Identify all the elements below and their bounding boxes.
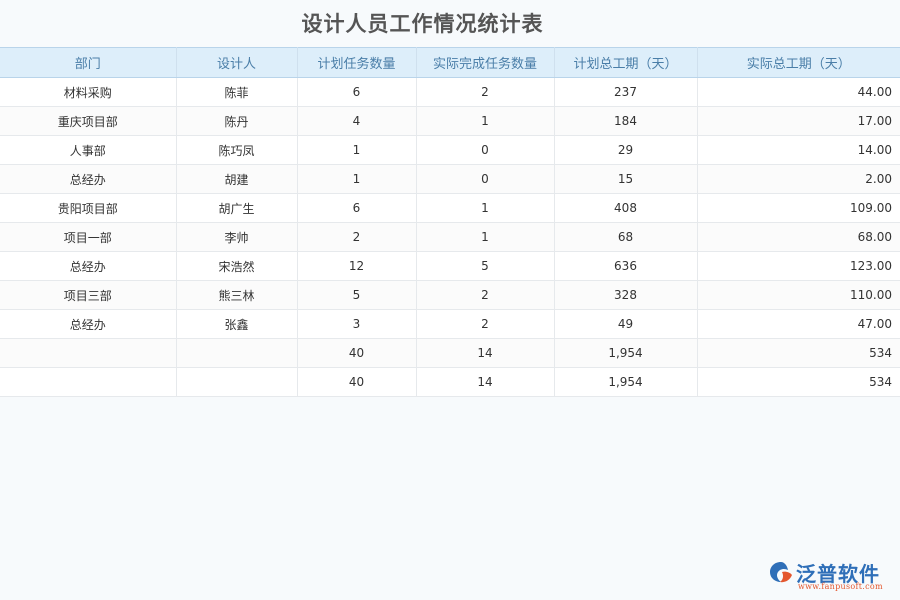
cell-designer bbox=[176, 367, 298, 397]
cell-planned-tasks: 12 bbox=[297, 251, 417, 281]
cell-department bbox=[0, 338, 177, 368]
cell-completed-tasks: 2 bbox=[416, 77, 555, 107]
cell-designer: 张鑫 bbox=[176, 309, 298, 339]
cell-department: 项目三部 bbox=[0, 280, 177, 310]
cell-department: 总经办 bbox=[0, 309, 177, 339]
cell-planned-tasks: 40 bbox=[297, 367, 417, 397]
cell-planned-tasks: 2 bbox=[297, 222, 417, 252]
table-row[interactable]: 总经办 张鑫 3 2 49 47.00 bbox=[0, 309, 900, 339]
column-header-designer[interactable]: 设计人 bbox=[176, 47, 298, 78]
cell-completed-tasks: 1 bbox=[416, 193, 555, 223]
table-row[interactable]: 材料采购 陈菲 6 2 237 44.00 bbox=[0, 77, 900, 107]
brand-url: www.fanpusoft.com bbox=[798, 582, 883, 591]
cell-designer: 胡广生 bbox=[176, 193, 298, 223]
table-header-row: 部门 设计人 计划任务数量 实际完成任务数量 计划总工期（天） 实际总工期（天） bbox=[0, 47, 900, 78]
brand-logo: 泛普软件 www.fanpusoft.com bbox=[768, 558, 890, 592]
cell-completed-tasks: 14 bbox=[416, 367, 555, 397]
cell-completed-tasks: 2 bbox=[416, 309, 555, 339]
column-header-planned-tasks[interactable]: 计划任务数量 bbox=[297, 47, 417, 78]
cell-actual-duration: 109.00 bbox=[697, 193, 900, 223]
cell-actual-duration: 2.00 bbox=[697, 164, 900, 194]
cell-planned-tasks: 5 bbox=[297, 280, 417, 310]
report-table: 部门 设计人 计划任务数量 实际完成任务数量 计划总工期（天） 实际总工期（天）… bbox=[0, 47, 900, 397]
cell-designer: 李帅 bbox=[176, 222, 298, 252]
cell-designer: 宋浩然 bbox=[176, 251, 298, 281]
cell-designer: 胡建 bbox=[176, 164, 298, 194]
cell-planned-tasks: 6 bbox=[297, 77, 417, 107]
cell-planned-duration: 237 bbox=[554, 77, 698, 107]
cell-actual-duration: 68.00 bbox=[697, 222, 900, 252]
cell-department: 总经办 bbox=[0, 164, 177, 194]
table-row[interactable]: 总经办 宋浩然 12 5 636 123.00 bbox=[0, 251, 900, 281]
cell-planned-duration: 15 bbox=[554, 164, 698, 194]
table-row[interactable]: 贵阳项目部 胡广生 6 1 408 109.00 bbox=[0, 193, 900, 223]
cell-actual-duration: 47.00 bbox=[697, 309, 900, 339]
cell-designer bbox=[176, 338, 298, 368]
table-body: 材料采购 陈菲 6 2 237 44.00 重庆项目部 陈丹 4 1 184 17.00 人事部 陈巧凤 1… bbox=[0, 77, 900, 397]
column-header-actual-duration[interactable]: 实际总工期（天） bbox=[697, 47, 900, 78]
cell-department bbox=[0, 367, 177, 397]
cell-actual-duration: 534 bbox=[697, 338, 900, 368]
table-row[interactable]: 项目一部 李帅 2 1 68 68.00 bbox=[0, 222, 900, 252]
table-row[interactable]: 人事部 陈巧凤 1 0 29 14.00 bbox=[0, 135, 900, 165]
cell-planned-duration: 1,954 bbox=[554, 338, 698, 368]
column-header-completed-tasks[interactable]: 实际完成任务数量 bbox=[416, 47, 555, 78]
cell-planned-duration: 29 bbox=[554, 135, 698, 165]
cell-completed-tasks: 1 bbox=[416, 222, 555, 252]
cell-actual-duration: 110.00 bbox=[697, 280, 900, 310]
column-header-department[interactable]: 部门 bbox=[0, 47, 177, 78]
cell-planned-duration: 408 bbox=[554, 193, 698, 223]
cell-planned-duration: 184 bbox=[554, 106, 698, 136]
table-row[interactable]: 项目三部 熊三林 5 2 328 110.00 bbox=[0, 280, 900, 310]
cell-completed-tasks: 1 bbox=[416, 106, 555, 136]
cell-actual-duration: 44.00 bbox=[697, 77, 900, 107]
table-row[interactable]: 40 14 1,954 534 bbox=[0, 367, 900, 397]
page-title: 设计人员工作情况统计表 bbox=[301, 12, 544, 36]
cell-department: 贵阳项目部 bbox=[0, 193, 177, 223]
cell-completed-tasks: 14 bbox=[416, 338, 555, 368]
cell-department: 重庆项目部 bbox=[0, 106, 177, 136]
cell-planned-tasks: 1 bbox=[297, 135, 417, 165]
cell-planned-tasks: 6 bbox=[297, 193, 417, 223]
cell-department: 项目一部 bbox=[0, 222, 177, 252]
cell-actual-duration: 17.00 bbox=[697, 106, 900, 136]
cell-planned-duration: 1,954 bbox=[554, 367, 698, 397]
cell-planned-duration: 636 bbox=[554, 251, 698, 281]
cell-designer: 陈巧凤 bbox=[176, 135, 298, 165]
cell-actual-duration: 123.00 bbox=[697, 251, 900, 281]
cell-department: 总经办 bbox=[0, 251, 177, 281]
cell-completed-tasks: 5 bbox=[416, 251, 555, 281]
cell-designer: 熊三林 bbox=[176, 280, 298, 310]
fanpu-logo-icon bbox=[770, 562, 792, 583]
cell-planned-tasks: 40 bbox=[297, 338, 417, 368]
cell-completed-tasks: 0 bbox=[416, 135, 555, 165]
cell-planned-duration: 49 bbox=[554, 309, 698, 339]
table-row[interactable]: 40 14 1,954 534 bbox=[0, 338, 900, 368]
table-row[interactable]: 总经办 胡建 1 0 15 2.00 bbox=[0, 164, 900, 194]
cell-planned-duration: 68 bbox=[554, 222, 698, 252]
cell-completed-tasks: 0 bbox=[416, 164, 555, 194]
cell-actual-duration: 14.00 bbox=[697, 135, 900, 165]
cell-department: 人事部 bbox=[0, 135, 177, 165]
cell-actual-duration: 534 bbox=[697, 367, 900, 397]
table-row[interactable]: 重庆项目部 陈丹 4 1 184 17.00 bbox=[0, 106, 900, 136]
cell-department: 材料采购 bbox=[0, 77, 177, 107]
cell-planned-tasks: 4 bbox=[297, 106, 417, 136]
cell-completed-tasks: 2 bbox=[416, 280, 555, 310]
column-header-planned-duration[interactable]: 计划总工期（天） bbox=[554, 47, 698, 78]
cell-planned-duration: 328 bbox=[554, 280, 698, 310]
cell-planned-tasks: 1 bbox=[297, 164, 417, 194]
cell-designer: 陈丹 bbox=[176, 106, 298, 136]
cell-designer: 陈菲 bbox=[176, 77, 298, 107]
cell-planned-tasks: 3 bbox=[297, 309, 417, 339]
